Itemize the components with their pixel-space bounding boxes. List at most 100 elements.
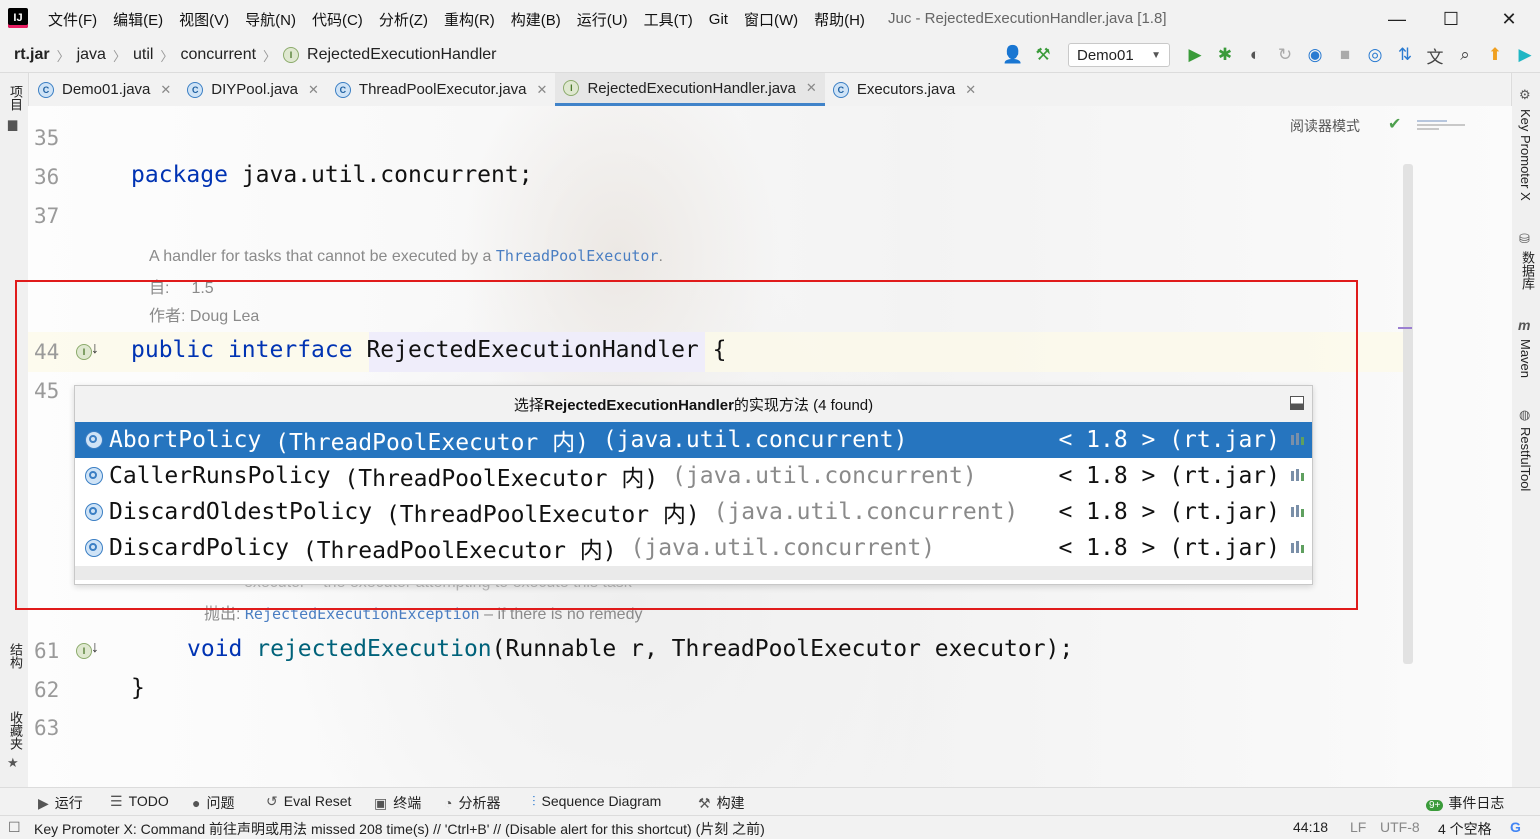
file-encoding[interactable]: UTF-8 — [1380, 819, 1420, 835]
toggle-panel-icon[interactable]: ☐ — [8, 819, 21, 836]
menu-code[interactable]: 代码(C) — [304, 9, 371, 30]
arrow-down-icon[interactable]: ↓ — [91, 639, 99, 657]
list-item[interactable]: CallerRunsPolicy (ThreadPoolExecutor 内) … — [75, 458, 1312, 494]
editor-scrollbar[interactable] — [1403, 164, 1413, 664]
breadcrumb-concurrent[interactable]: concurrent — [180, 46, 256, 64]
pin-window-icon[interactable] — [1290, 396, 1304, 410]
sequence-diagram-tool-button[interactable]: ⫶ Sequence Diagram — [532, 793, 661, 810]
todo-tool-button[interactable]: ☰ TODO — [110, 793, 169, 810]
tab-demo01[interactable]: C Demo01.java ✕ — [30, 73, 179, 106]
close-icon[interactable]: ✕ — [806, 80, 817, 96]
update-icon[interactable]: ◉ — [1300, 40, 1330, 70]
tab-executors[interactable]: C Executors.java ✕ — [825, 73, 984, 106]
menu-view[interactable]: 视图(V) — [171, 9, 237, 30]
interface-icon: I — [283, 47, 300, 63]
menu-run[interactable]: 运行(U) — [569, 9, 636, 30]
breadcrumb-file[interactable]: RejectedExecutionHandler — [307, 46, 496, 64]
eval-reset-tool-button[interactable]: ↺ Eval Reset — [266, 793, 351, 810]
maximize-button[interactable]: ☐ — [1438, 6, 1464, 32]
impl-library: < 1.8 > (rt.jar) — [1058, 499, 1280, 525]
run-icon[interactable]: ▶ — [1180, 40, 1210, 70]
interface-icon: I — [563, 80, 580, 96]
close-icon[interactable]: ✕ — [308, 82, 319, 98]
menu-help[interactable]: 帮助(H) — [806, 9, 873, 30]
doc-link[interactable]: ThreadPoolExecutor — [496, 247, 659, 265]
reader-mode-toggle[interactable]: 阅读器模式 — [1290, 116, 1360, 136]
menu-window[interactable]: 窗口(W) — [736, 9, 806, 30]
problems-tool-button[interactable]: ● 问题 — [192, 793, 234, 813]
plugin-icon[interactable]: ▶ — [1510, 40, 1540, 70]
coverage-icon[interactable]: ◐ — [1240, 40, 1270, 70]
minimize-button[interactable]: — — [1384, 6, 1410, 32]
google-icon[interactable]: G — [1510, 819, 1521, 835]
main-toolbar: 👤 ⚒ Demo01 ▼ ▶ ✱ ◐ ↻ ◉ ■ ◎ ⇅ 文 ⌕ ⬆ ▶ — [998, 38, 1540, 72]
close-icon[interactable]: ✕ — [160, 82, 171, 98]
implementations-popup[interactable]: 选择RejectedExecutionHandler的实现方法 (4 found… — [74, 385, 1313, 585]
line-separator[interactable]: LF — [1350, 819, 1366, 835]
close-icon[interactable]: ✕ — [537, 82, 548, 98]
caret-position[interactable]: 44:18 — [1293, 819, 1328, 835]
menu-file[interactable]: 文件(F) — [40, 9, 105, 30]
menu-build[interactable]: 构建(B) — [503, 9, 569, 30]
list-item[interactable]: AbortPolicy (ThreadPoolExecutor 内) (java… — [75, 422, 1312, 458]
structure-tool-button[interactable]: 结构 — [6, 643, 25, 669]
close-window-button[interactable]: ✕ — [1496, 6, 1522, 32]
impl-package: (java.util.concurrent) — [658, 463, 977, 489]
menu-analyze[interactable]: 分析(Z) — [371, 9, 436, 30]
key-promoter-tool-button[interactable]: Key Promoter X — [1518, 109, 1533, 201]
package-name: java.util.concurrent; — [227, 162, 533, 188]
stop-icon[interactable]: ■ — [1330, 40, 1360, 70]
class-icon — [85, 503, 103, 521]
tab-threadpoolexecutor[interactable]: C ThreadPoolExecutor.java ✕ — [327, 73, 556, 106]
method-name[interactable]: rejectedExecution — [256, 636, 491, 662]
list-item[interactable]: DiscardOldestPolicy (ThreadPoolExecutor … — [75, 494, 1312, 530]
vcs-icon[interactable]: ⇅ — [1390, 40, 1420, 70]
project-tool-button[interactable]: 项目 — [6, 85, 25, 111]
tab-diypool[interactable]: C DIYPool.java ✕ — [179, 73, 327, 106]
menu-tools[interactable]: 工具(T) — [636, 9, 701, 30]
class-icon — [85, 539, 103, 557]
indent-setting[interactable]: 4 个空格 — [1438, 819, 1492, 839]
code-line-61: void rejectedExecution(Runnable r, Threa… — [187, 636, 1073, 662]
search-everywhere-icon[interactable]: ◎ — [1360, 40, 1390, 70]
profile-icon[interactable]: ↻ — [1270, 40, 1300, 70]
breadcrumb-util[interactable]: util — [133, 46, 153, 64]
run-config-select[interactable]: Demo01 ▼ — [1068, 43, 1170, 67]
terminal-tool-button[interactable]: ▣ 终端 — [374, 793, 421, 813]
profiler-tool-button[interactable]: ◔ 分析器 — [444, 793, 500, 813]
event-log-tool-button[interactable]: 9+ 事件日志 — [1426, 793, 1504, 813]
close-icon[interactable]: ✕ — [965, 82, 976, 98]
translate-icon[interactable]: 文 — [1420, 40, 1450, 70]
favorites-tool-button[interactable]: 收藏夹 — [6, 711, 25, 750]
implemented-icon[interactable]: I — [76, 643, 92, 659]
list-item[interactable]: DiscardPolicy (ThreadPoolExecutor 内) (ja… — [75, 530, 1312, 566]
maven-tool-button[interactable]: Maven — [1518, 339, 1533, 378]
search-icon[interactable]: ⌕ — [1450, 40, 1480, 70]
tab-label: Demo01.java — [62, 81, 151, 98]
breadcrumb-java[interactable]: java — [77, 46, 106, 64]
menu-refactor[interactable]: 重构(R) — [436, 9, 503, 30]
database-tool-button[interactable]: 数据库 — [1518, 251, 1537, 290]
run-tool-button[interactable]: ▶ 运行 — [38, 793, 83, 813]
status-message[interactable]: Key Promoter X: Command 前往声明或用法 missed 2… — [34, 819, 765, 839]
restfultool-tool-button[interactable]: RestfulTool — [1518, 427, 1533, 491]
line-number: 62 — [34, 678, 60, 702]
chevron-right-icon: 〉 — [112, 48, 126, 64]
upgrade-icon[interactable]: ⬆ — [1480, 40, 1510, 70]
build-hammer-icon[interactable]: ⚒ — [1028, 40, 1058, 70]
user-icon[interactable]: 👤 — [998, 40, 1028, 70]
menu-edit[interactable]: 编辑(E) — [105, 9, 171, 30]
right-tool-stripe: ⚙ Key Promoter X ⛁ 数据库 m Maven ◍ Restful… — [1511, 73, 1540, 815]
breadcrumb-jar[interactable]: rt.jar — [14, 46, 50, 64]
editor-tab-bar: C Demo01.java ✕ C DIYPool.java ✕ C Threa… — [30, 73, 1510, 107]
tool-window-bar: ▶ 运行 ☰ TODO ● 问题 ↺ Eval Reset ▣ 终端 ◔ 分析器 ⫶ Sequ… — [0, 787, 1540, 816]
tab-label: Executors.java — [856, 81, 956, 98]
play-icon: ▶ — [38, 795, 49, 811]
menu-git[interactable]: Git — [701, 11, 736, 28]
impl-name: DiscardOldestPolicy — [109, 499, 373, 525]
menu-navigate[interactable]: 导航(N) — [237, 9, 304, 30]
debug-icon[interactable]: ✱ — [1210, 40, 1240, 70]
tab-rejectedexecutionhandler[interactable]: I RejectedExecutionHandler.java ✕ — [555, 73, 825, 106]
build-tool-button[interactable]: ⚒ 构建 — [698, 793, 745, 813]
intellij-logo-icon[interactable]: IJ — [8, 8, 28, 28]
